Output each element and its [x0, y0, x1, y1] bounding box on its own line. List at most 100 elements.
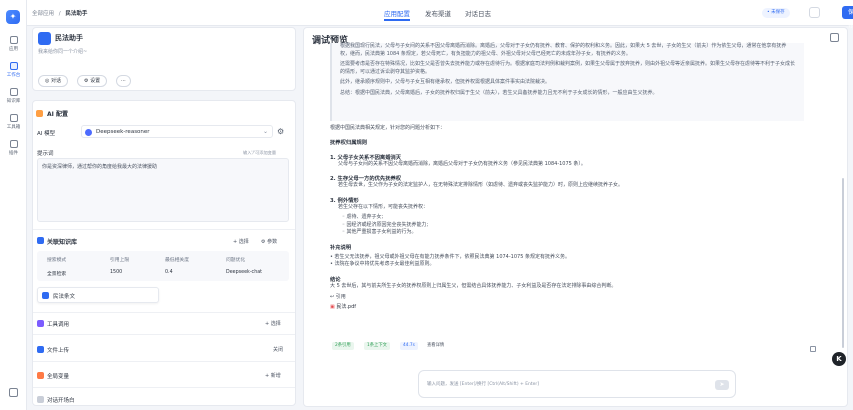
breadcrumb-parent[interactable]: 全部应用: [32, 11, 54, 17]
reasoning-paragraph: 还需要考虑是否存在特殊情况，比如生父是否曾失去抚养能力或存在虐待行为。根据家庭司…: [340, 61, 796, 75]
rail-item-apps[interactable]: 应用: [0, 36, 27, 52]
prompt-text: 你是资深律师，通过帮你的角度给我最大的法律援助: [42, 164, 158, 170]
floating-assistant-button[interactable]: K: [832, 352, 846, 366]
section-heading: 抚养权归属规则: [330, 139, 368, 146]
divider: [33, 361, 295, 362]
table-header: 引用上限: [110, 258, 130, 263]
knowledge-icon: [37, 237, 44, 244]
section-heading: 结论: [330, 276, 341, 283]
table-header: 搜索模式: [47, 258, 67, 263]
view-details-link[interactable]: 查看详情: [424, 342, 447, 350]
tab-chat-logs[interactable]: 对话日志: [465, 8, 491, 18]
more-button[interactable]: ···: [116, 75, 131, 87]
config-panel: AI 配置 AI 模型 Deepseek-reasoner ⌄ ⚙ 提示词 输入…: [32, 100, 296, 406]
answer-meta: 2条引用 1条上下文 44.7s 查看详情: [332, 342, 456, 352]
rail-item-label: 工具箱: [6, 125, 21, 130]
table-cell: Deepseek-chat: [226, 270, 263, 275]
grid-icon: [9, 36, 18, 44]
knowledge-params-button[interactable]: ⚙ 参数: [261, 238, 277, 245]
bullet-item: • 法院在争议中将优先考虑子女最佳利益原则。: [330, 261, 435, 267]
prompt-label: 提示词: [37, 151, 54, 157]
file-upload-heading: 文件上传: [47, 348, 70, 354]
table-cell: 1500: [110, 270, 123, 275]
clear-chat-icon[interactable]: [830, 33, 839, 42]
search-params-table: 搜索模式 引用上限 最低相关度 问题优化 全景检索 1500 0.4 Deeps…: [37, 251, 289, 281]
dataset-name: 民法条文: [53, 294, 76, 300]
toolbox-icon: [9, 114, 18, 122]
ai-config-icon: [36, 110, 43, 117]
list-item-text: 若生父存在以下情形，可能丧失抚养权：: [338, 203, 429, 210]
rail-item-label: 插件: [9, 151, 18, 156]
knowledge-select-button[interactable]: + 选择: [233, 238, 249, 245]
model-settings-icon[interactable]: ⚙: [277, 127, 284, 136]
global-vars-heading: 全局变量: [47, 374, 70, 380]
chat-input-placeholder: 输入问题，发送 [Enter]/换行 [Ctrl(Alt/Shift) + En…: [427, 382, 540, 387]
tab-app-config[interactable]: 应用配置: [384, 8, 410, 21]
knowledge-heading: 关联知识库: [47, 239, 78, 246]
global-vars-add-button[interactable]: + 新增: [265, 372, 281, 379]
help-icon[interactable]: [9, 388, 18, 397]
list-item-title: 1. 父母子女关系不因离婚消灭: [330, 154, 402, 161]
answer-intro: 根据中国民法典相关规定，针对您的问题分析如下：: [330, 125, 446, 131]
rail-item-label: 知识库: [6, 99, 21, 104]
dataset-chip[interactable]: 民法条文: [37, 287, 159, 303]
table-cell: 0.4: [165, 270, 173, 275]
rail-item-workbench[interactable]: 工作台: [0, 62, 27, 78]
table-header: 问题优化: [226, 258, 246, 263]
file-upload-toggle[interactable]: 关闭: [273, 346, 283, 353]
quote-label: ↩ 引用: [330, 294, 346, 300]
breadcrumb: 全部应用 / 民法助手: [32, 11, 88, 17]
chat-input[interactable]: 输入问题，发送 [Enter]/换行 [Ctrl(Alt/Shift) + En…: [418, 370, 736, 398]
save-button[interactable]: 保存: [842, 6, 853, 29]
citation-count-tag[interactable]: 2条引用: [332, 342, 354, 350]
tools-select-button[interactable]: + 选择: [265, 320, 281, 327]
pdf-icon: ▣: [330, 303, 335, 310]
app-description[interactable]: 我来给你同一个介绍~: [38, 48, 87, 55]
scrollbar[interactable]: [842, 178, 844, 348]
conclusion-text: 大 5 去世后，其与前夫所生子女的抚养权原则上归属生父，但需结合具体抚养能力、子…: [330, 282, 617, 289]
rail-item-knowledge[interactable]: 知识库: [0, 88, 27, 104]
prompt-textarea[interactable]: 你是资深律师，通过帮你的角度给我最大的法律援助: [37, 158, 289, 222]
context-count-tag[interactable]: 1条上下文: [364, 342, 390, 350]
latency-tag: 44.7s: [400, 342, 418, 350]
history-icon[interactable]: [809, 7, 820, 18]
settings-button[interactable]: ⚙ 设置: [77, 75, 108, 87]
reasoning-paragraph: 根据我国现行民法，父母与子女间的关系不因父母离婚而消除。离婚后，父母对于子女仍有…: [340, 43, 787, 57]
rail-item-plugins[interactable]: 插件: [0, 140, 27, 156]
list-item-text: 若生母去世，生父作为子女的法定监护人，在无特殊法定排除情形（如虐待、遗弃或丧失监…: [338, 182, 624, 188]
reasoning-block: 根据我国现行民法，父母与子女间的关系不因父母离婚而消除。离婚后，父母对于子女仍有…: [330, 43, 804, 121]
save-status-badge: • 未保存: [762, 8, 790, 18]
app-logo[interactable]: ✦: [6, 10, 20, 24]
plugin-icon: [9, 140, 18, 148]
app-name: 民法助手: [55, 34, 83, 42]
citation-file[interactable]: ▣ 民法.pdf: [330, 304, 806, 312]
variable-icon: [37, 372, 44, 379]
breadcrumb-current: 民法助手: [65, 11, 88, 17]
chat-button[interactable]: ◎ 对话: [38, 75, 68, 87]
divider: [33, 229, 295, 230]
tab-publish-channels[interactable]: 发布渠道: [425, 8, 451, 18]
workbench-icon: [9, 62, 18, 70]
list-item-title: 3. 例外情形: [330, 197, 359, 204]
rail-item-label: 应用: [9, 47, 18, 52]
send-button[interactable]: ➤: [715, 380, 729, 390]
rail-item-tools[interactable]: 工具箱: [0, 114, 27, 130]
answer-content: 根据中国民法典相关规定，针对您的问题分析如下： 抚养权归属规则 1. 父母子女关…: [330, 125, 806, 311]
book-icon: [9, 88, 18, 96]
model-select[interactable]: Deepseek-reasoner ⌄: [81, 125, 273, 138]
sub-bullet: ◦ 其他严重损害子女利益的行为。: [342, 229, 417, 235]
reasoning-paragraph: 此外，继承顺序规则中，父母与子女互相有继承权，但抚养权需根据具体案件事实由法院裁…: [340, 79, 551, 85]
chevron-down-icon: ⌄: [262, 128, 268, 135]
section-heading: 补充说明: [330, 244, 352, 251]
app-avatar: [38, 32, 51, 45]
reasoning-paragraph: 总结：根据中国民法典，父母离婚后，子女的抚养权归属于生父（前夫），若生父具备抚养…: [340, 89, 658, 96]
list-item-text: 父母与子女间的关系不因父母离婚而消除，离婚后父母对于子女仍有抚养义务（参见民法典…: [338, 160, 586, 167]
divider: [33, 387, 295, 388]
ai-config-heading: AI 配置: [47, 111, 68, 118]
tool-icon: [37, 320, 44, 327]
copy-icon[interactable]: [810, 346, 816, 352]
model-value: Deepseek-reasoner: [96, 129, 150, 135]
sub-bullet: ◦ 虐待、遗弃子女;: [342, 214, 384, 220]
nav-rail: ✦ 应用 工作台 知识库 工具箱 插件: [0, 0, 27, 410]
preview-panel: 调试预览 根据我国现行民法，父母与子女间的关系不因父母离婚而消除。离婚后，父母对…: [303, 27, 848, 407]
